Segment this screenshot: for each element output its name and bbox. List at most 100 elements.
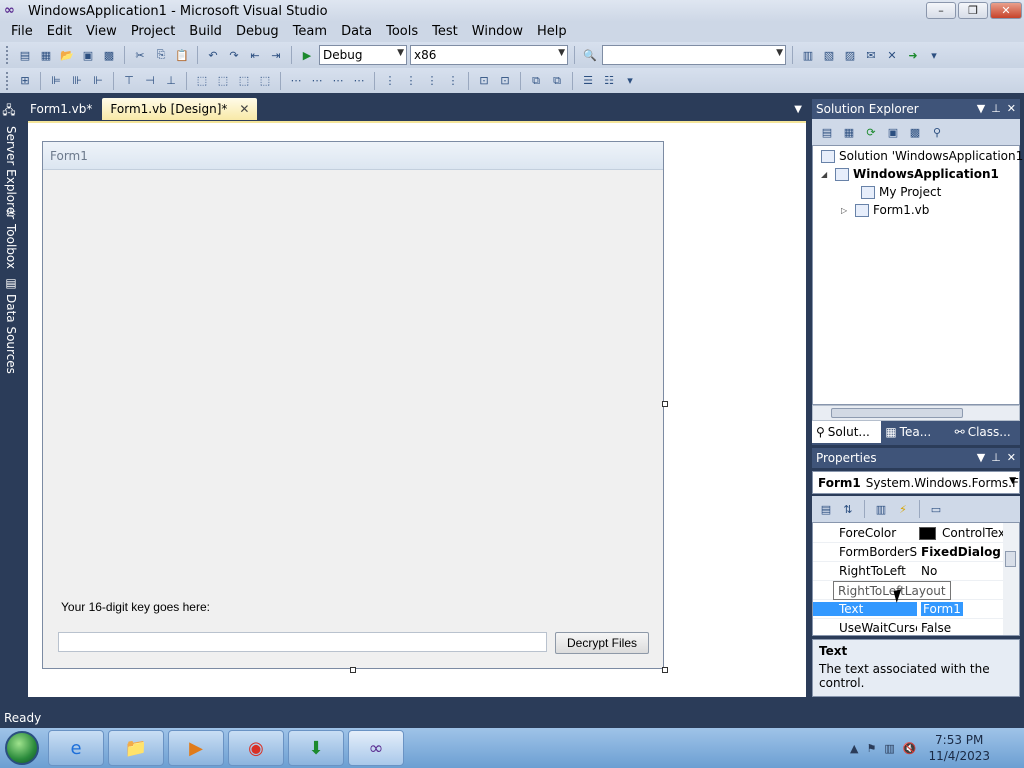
- vertical-spacing-decrease-icon[interactable]: ⋮: [423, 72, 441, 90]
- installer-icon[interactable]: ⬇: [288, 730, 344, 766]
- view-class-diagram-icon[interactable]: ⚲: [928, 123, 946, 141]
- undo-icon[interactable]: ↶: [204, 46, 222, 64]
- align-lefts-icon[interactable]: ⊫: [47, 72, 65, 90]
- show-hidden-icons-icon[interactable]: ▲: [850, 742, 858, 755]
- start-page-icon[interactable]: ➜: [904, 46, 922, 64]
- object-browser-icon[interactable]: ▨: [841, 46, 859, 64]
- start-button[interactable]: [0, 728, 44, 768]
- show-all-files-icon[interactable]: ▦: [840, 123, 858, 141]
- properties-object-select[interactable]: Form1 System.Windows.Forms.Fo ▼: [812, 471, 1020, 494]
- key-textbox[interactable]: [58, 632, 547, 652]
- copy-icon[interactable]: ⎘: [152, 46, 170, 64]
- pin-icon[interactable]: ⊥: [991, 102, 1001, 115]
- find-combo[interactable]: ▼: [602, 45, 786, 65]
- chevron-down-icon[interactable]: ▼: [794, 104, 802, 115]
- cut-icon[interactable]: ✂: [131, 46, 149, 64]
- menu-team[interactable]: Team: [286, 22, 334, 42]
- menu-build[interactable]: Build: [182, 22, 229, 42]
- navigate-backward-icon[interactable]: ⇤: [246, 46, 264, 64]
- view-designer-icon[interactable]: ▩: [906, 123, 924, 141]
- center-vertically-icon[interactable]: ⊡: [496, 72, 514, 90]
- redo-icon[interactable]: ↷: [225, 46, 243, 64]
- send-to-back-icon[interactable]: ⧉: [548, 72, 566, 90]
- properties-view-icon[interactable]: ▥: [872, 500, 890, 518]
- network-icon[interactable]: ▥: [884, 742, 894, 755]
- align-bottoms-icon[interactable]: ⊥: [162, 72, 180, 90]
- menu-tools[interactable]: Tools: [379, 22, 425, 42]
- decrypt-files-button[interactable]: Decrypt Files: [555, 632, 649, 654]
- menu-project[interactable]: Project: [124, 22, 182, 42]
- horizontal-spacing-increase-icon[interactable]: ⋯: [308, 72, 326, 90]
- server-explorer-tab[interactable]: 🖧 Server Explorer: [2, 102, 20, 220]
- horizontal-spacing-decrease-icon[interactable]: ⋯: [329, 72, 347, 90]
- size-to-grid-icon[interactable]: ⬚: [256, 72, 274, 90]
- properties-icon[interactable]: ▤: [818, 123, 836, 141]
- tools-icon[interactable]: ✕: [883, 46, 901, 64]
- chevron-down-icon[interactable]: ▼: [977, 102, 985, 115]
- find-in-files-icon[interactable]: 🔍: [581, 46, 599, 64]
- menu-debug[interactable]: Debug: [229, 22, 286, 42]
- horizontal-spacing-equal-icon[interactable]: ⋯: [287, 72, 305, 90]
- tree-item-solution[interactable]: Solution 'WindowsApplication1': [821, 147, 1024, 165]
- solution-configuration-select[interactable]: Debug ▼: [319, 45, 407, 65]
- solution-explorer-icon[interactable]: ▥: [799, 46, 817, 64]
- tab-order-icon[interactable]: ☰: [579, 72, 597, 90]
- align-to-grid-icon[interactable]: ⊞: [16, 72, 34, 90]
- property-value[interactable]: Form1: [921, 602, 963, 616]
- align-tops-icon[interactable]: ⊤: [120, 72, 138, 90]
- media-player-icon[interactable]: ▶: [168, 730, 224, 766]
- alphabetical-icon[interactable]: ⇅: [839, 500, 857, 518]
- new-project-icon[interactable]: ▤: [16, 46, 34, 64]
- menu-file[interactable]: File: [4, 22, 40, 42]
- vertical-spacing-increase-icon[interactable]: ⋮: [402, 72, 420, 90]
- tree-item-my-project[interactable]: My Project: [861, 183, 941, 201]
- collapse-arrow-icon[interactable]: ◢: [821, 170, 831, 179]
- tree-item-form1[interactable]: ▷ Form1.vb: [841, 201, 929, 219]
- clock[interactable]: 7:53 PM 11/4/2023: [928, 732, 990, 764]
- toolbar-overflow-icon[interactable]: ▾: [925, 46, 943, 64]
- start-debugging-icon[interactable]: ▶: [298, 46, 316, 64]
- make-same-width-icon[interactable]: ⬚: [193, 72, 211, 90]
- lock-controls-icon[interactable]: ☷: [600, 72, 618, 90]
- tree-item-project[interactable]: ◢ WindowsApplication1: [821, 165, 999, 183]
- chevron-down-icon[interactable]: ▼: [977, 451, 985, 464]
- save-icon[interactable]: ▣: [79, 46, 97, 64]
- align-middles-icon[interactable]: ⊣: [141, 72, 159, 90]
- action-center-icon[interactable]: ⚑: [866, 742, 876, 755]
- make-same-size-icon[interactable]: ⬚: [235, 72, 253, 90]
- visual-studio-taskbar-icon[interactable]: ∞: [348, 730, 404, 766]
- file-explorer-icon[interactable]: 📁: [108, 730, 164, 766]
- center-horizontally-icon[interactable]: ⊡: [475, 72, 493, 90]
- toolbar-grip[interactable]: [6, 71, 10, 90]
- property-row[interactable]: ForeColor ControlTex: [813, 524, 1005, 543]
- property-pages-icon[interactable]: ▭: [927, 500, 945, 518]
- close-icon[interactable]: ✕: [1007, 451, 1016, 464]
- chrome-icon[interactable]: ◉: [228, 730, 284, 766]
- horizontal-spacing-remove-icon[interactable]: ⋯: [350, 72, 368, 90]
- navigate-forward-icon[interactable]: ⇥: [267, 46, 285, 64]
- solution-platform-select[interactable]: x86 ▼: [410, 45, 568, 65]
- bring-to-front-icon[interactable]: ⧉: [527, 72, 545, 90]
- make-same-height-icon[interactable]: ⬚: [214, 72, 232, 90]
- events-icon[interactable]: ⚡: [894, 500, 912, 518]
- minimize-button[interactable]: –: [926, 2, 956, 19]
- open-folder-icon[interactable]: 📂: [58, 46, 76, 64]
- data-sources-tab[interactable]: ▤ Data Sources: [2, 276, 20, 374]
- vertical-spacing-equal-icon[interactable]: ⋮: [381, 72, 399, 90]
- key-label[interactable]: Your 16-digit key goes here:: [61, 600, 210, 614]
- scroll-thumb[interactable]: [831, 408, 963, 418]
- property-row[interactable]: UseWaitCursc False: [813, 619, 1005, 635]
- tab-solution-explorer[interactable]: ⚲ Solut...: [812, 421, 882, 443]
- menu-view[interactable]: View: [79, 22, 124, 42]
- align-centers-icon[interactable]: ⊪: [68, 72, 86, 90]
- property-row[interactable]: FormBorderSt FixedDialog: [813, 543, 1005, 562]
- paste-icon[interactable]: 📋: [173, 46, 191, 64]
- property-grid-scrollbar[interactable]: [1003, 523, 1019, 635]
- menu-data[interactable]: Data: [334, 22, 379, 42]
- categorized-icon[interactable]: ▤: [817, 500, 835, 518]
- view-code-icon[interactable]: ▣: [884, 123, 902, 141]
- menu-edit[interactable]: Edit: [40, 22, 79, 42]
- tab-class-view[interactable]: ⚯ Class...: [951, 421, 1020, 443]
- resize-handle-bottom-right[interactable]: [662, 667, 668, 673]
- menu-test[interactable]: Test: [425, 22, 465, 42]
